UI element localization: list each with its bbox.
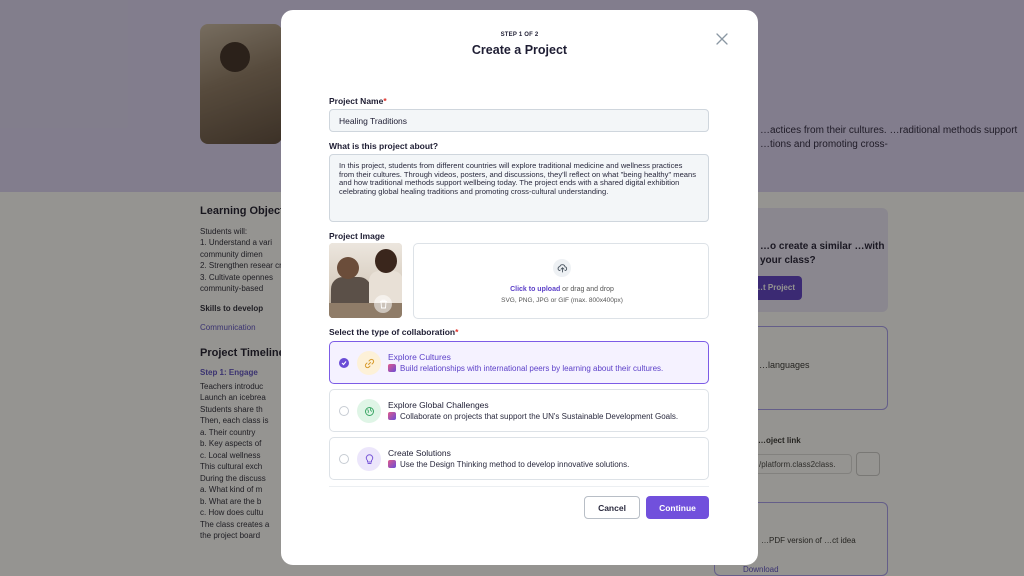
upload-instructions-rest: or drag and drop (560, 286, 614, 293)
continue-button[interactable]: Continue (646, 496, 709, 519)
option-description-text: Use the Design Thinking method to develo… (400, 460, 630, 469)
image-upload-dropzone[interactable]: Click to upload or drag and drop SVG, PN… (413, 243, 709, 319)
step-indicator: STEP 1 OF 2 (500, 32, 539, 38)
about-label: What is this project about? (329, 141, 439, 151)
option-description: Build relationships with international p… (388, 364, 663, 373)
upload-hint: SVG, PNG, JPG or GIF (max. 800x400px) (501, 297, 623, 304)
create-project-modal: STEP 1 OF 2 Create a Project Project Nam… (281, 10, 758, 565)
sparkle-icon (388, 460, 396, 468)
collaboration-option-explore-global-challenges[interactable]: Explore Global Challenges Collaborate on… (329, 389, 709, 432)
radio-checked[interactable] (339, 358, 349, 368)
radio-unchecked[interactable] (339, 454, 349, 464)
project-image-preview (329, 243, 402, 318)
option-description-text: Collaborate on projects that support the… (400, 412, 679, 421)
required-mark: * (455, 327, 459, 337)
required-mark: * (383, 96, 387, 106)
cloud-upload-icon (553, 259, 571, 277)
collaboration-label-text: Select the type of collaboration (329, 327, 456, 337)
collaboration-option-explore-cultures[interactable]: Explore Cultures Build relationships wit… (329, 341, 709, 384)
upload-instructions: Click to upload or drag and drop (414, 286, 710, 293)
project-image-label: Project Image (329, 231, 385, 241)
globe-icon (357, 399, 381, 423)
option-description-text: Build relationships with international p… (400, 364, 664, 373)
project-name-input[interactable] (329, 109, 709, 132)
collaboration-option-create-solutions[interactable]: Create Solutions Use the Design Thinking… (329, 437, 709, 480)
option-description: Use the Design Thinking method to develo… (388, 460, 629, 469)
radio-unchecked[interactable] (339, 406, 349, 416)
collaboration-label: Select the type of collaboration* (329, 327, 458, 337)
sparkle-icon (388, 412, 396, 420)
lightbulb-icon (357, 447, 381, 471)
option-description: Collaborate on projects that support the… (388, 412, 678, 421)
footer-divider (329, 486, 709, 487)
trash-icon[interactable] (374, 295, 392, 313)
cancel-button[interactable]: Cancel (584, 496, 640, 519)
click-to-upload-link[interactable]: Click to upload (510, 286, 560, 293)
modal-title: Create a Project (471, 43, 568, 57)
sparkle-icon (388, 364, 396, 372)
option-title: Explore Cultures (388, 352, 451, 362)
option-title: Create Solutions (388, 448, 451, 458)
project-name-label: Project Name* (329, 96, 387, 106)
link-icon (357, 351, 381, 375)
project-name-label-text: Project Name (329, 96, 384, 106)
option-title: Explore Global Challenges (388, 400, 489, 410)
about-textarea[interactable]: In this project, students from different… (329, 154, 709, 222)
